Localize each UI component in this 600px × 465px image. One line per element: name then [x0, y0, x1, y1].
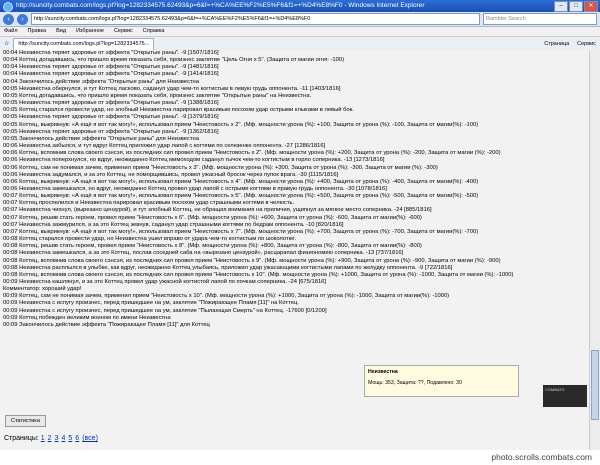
- menu-bar: Файл Правка Вид Избранное Сервис Справка: [0, 27, 600, 37]
- log-line: 00:05 Коттец, выкрикнув: «А ещё я вот та…: [3, 121, 479, 128]
- log-line: 00:06 Неизвестна замешкался, но вдруг, н…: [0, 185, 590, 194]
- log-line: 00:06 Коттец, выкрикнув: «А ещё я вот та…: [3, 178, 479, 185]
- log-line: 00:06 Неизвестна забылся, и тут вдруг Ко…: [0, 143, 590, 151]
- tab-bar: ☆ http://suncity.combats.com/logs.pl?log…: [0, 37, 600, 51]
- command-bar: Страница Сервис: [544, 41, 600, 47]
- log-line: 00:05 Коттец старался провести удар, но …: [3, 107, 354, 114]
- ie-logo-icon: [3, 2, 13, 12]
- log-line: 00:05 Неизвестна теряет здоровье от эффе…: [0, 114, 590, 122]
- pagination: Страницы: 1 2 3 4 5 6 (все): [4, 435, 101, 442]
- page-link-5[interactable]: 5: [68, 435, 72, 442]
- statistics-button[interactable]: Статистика: [5, 415, 46, 427]
- log-line: 00:09 Коттец побежден великим воином по …: [0, 314, 590, 322]
- window-title: http://suncity.combats.com/logs.pl?log=1…: [16, 2, 425, 9]
- maximize-button[interactable]: □: [569, 1, 583, 12]
- log-line: 00:07 Коттец, решив стать героем, провел…: [0, 214, 590, 222]
- pages-label: Страницы:: [4, 435, 39, 442]
- window-titlebar: http://suncity.combats.com/logs.pl?log=1…: [0, 0, 600, 12]
- log-line: 00:05 Неизвестна обернулся, и тут Коттец…: [0, 85, 590, 93]
- page-link-2[interactable]: 2: [48, 435, 52, 442]
- page-link-all[interactable]: (все): [82, 435, 98, 442]
- window-controls: – □ ✕: [554, 1, 598, 12]
- log-line: 00:06 Коттец, вспомнив слова своего сэнс…: [3, 150, 501, 157]
- log-line: 00:07 Коттец, выкрикнув: «А ещё я вот та…: [3, 193, 479, 200]
- page-link-1[interactable]: 1: [41, 435, 45, 442]
- log-line: 00:06 Неизвестна задумался, и за это Кот…: [0, 171, 590, 179]
- log-line: 00:04 Закончилось действие эффекта "Откр…: [3, 78, 199, 85]
- log-line: Комментатор: хороший удар!: [0, 286, 590, 294]
- log-line: 00:09 Неизвестна с испугу произнес, пере…: [3, 307, 327, 314]
- log-line: 00:06 Коттец, сам не понимая зачем, прим…: [3, 164, 438, 171]
- tools-menu-button[interactable]: Сервис: [577, 41, 596, 47]
- log-line: 00:05 Коттец догадавшись, что пришло вре…: [3, 92, 312, 99]
- log-line: 00:04 Неизвестна теряет здоровье от эффе…: [0, 71, 590, 79]
- tooltip-title: Неизвестна: [368, 369, 398, 375]
- log-line: 00:05 Закончилось действие эффекта "Откр…: [3, 135, 199, 142]
- log-line: 00:08 Коттец старался провести удар, но …: [3, 236, 297, 243]
- player-tooltip: Неизвестна Мощь: 353, Защита: ??, Подавл…: [364, 365, 519, 397]
- log-line: 00:08 Коттец, вспомнив слова своего сэнс…: [0, 271, 590, 279]
- log-line: 00:04 Неизвестна теряет здоровье от эффе…: [3, 64, 219, 71]
- browser-tab[interactable]: http://suncity.combats.com/logs.pl?log=1…: [13, 37, 155, 50]
- tooltip-body: Мощь: 353, Защита: ??, Подавлено: 30: [368, 380, 462, 386]
- address-toolbar: ‹ › http://suncity.combats.com/logs.pl?l…: [0, 12, 600, 27]
- page-link-6[interactable]: 6: [75, 435, 79, 442]
- menu-tools[interactable]: Сервис: [114, 27, 133, 36]
- combats-logo: COMBATS: [543, 385, 587, 407]
- log-line: 00:09 Неизвестна кашлянул, и за это Котт…: [3, 279, 327, 285]
- log-line: 00:04 Коттец догадавшись, что пришло вре…: [0, 57, 590, 65]
- minimize-button[interactable]: –: [554, 1, 568, 12]
- log-line: 00:09 Коттец, сам не понимая зачем, прим…: [3, 293, 450, 300]
- page-menu-button[interactable]: Страница: [544, 41, 569, 47]
- log-line: 00:07 Неизвестна чихнул, (вырезано цензу…: [3, 207, 432, 214]
- log-line: 00:04 Неизвестна теряет здоровье от эффе…: [3, 50, 219, 56]
- log-line: 00:08 Неизвестна расплылся в улыбке, как…: [3, 264, 453, 271]
- log-line: 00:07 Коттец, выкрикнув: «А ещё я вот та…: [0, 228, 590, 237]
- log-line: 00:09 Неизвестна с испугу произнес, пере…: [0, 300, 590, 308]
- menu-view[interactable]: Вид: [56, 27, 66, 36]
- vertical-scrollbar[interactable]: [589, 50, 600, 450]
- log-line: 00:09 Закончилось действие эффекта "Пожи…: [3, 321, 210, 328]
- watermark: photo.scrolls.combats.com: [491, 452, 592, 462]
- log-line: 00:06 Неизвестна поперхнулся, но вдруг, …: [0, 157, 590, 165]
- log-line: 00:08 Коттец, вспомнив слова своего сэнс…: [0, 257, 590, 265]
- scrollbar-thumb[interactable]: [591, 350, 599, 420]
- search-input[interactable]: Rambler Search: [483, 13, 597, 25]
- forward-icon[interactable]: ›: [17, 13, 28, 25]
- menu-edit[interactable]: Правка: [28, 27, 47, 36]
- menu-help[interactable]: Справка: [143, 27, 165, 36]
- log-line: 00:07 Неизвестна зажмурился, а за это Ко…: [3, 221, 344, 228]
- log-footer: Статистика Страницы: 1 2 3 4 5 6 (все): [0, 407, 590, 445]
- favorites-star-icon[interactable]: ☆: [4, 40, 9, 47]
- close-button[interactable]: ✕: [584, 1, 598, 12]
- address-input[interactable]: http://suncity.combats.com/logs.pl?log=1…: [31, 13, 480, 25]
- menu-favorites[interactable]: Избранное: [76, 27, 104, 36]
- log-line: 00:05 Неизвестна теряет здоровье от эффе…: [0, 128, 590, 136]
- page-link-3[interactable]: 3: [55, 435, 59, 442]
- page-link-4[interactable]: 4: [61, 435, 65, 442]
- log-line: 00:08 Неизвестна замешкался, а за это Ко…: [3, 250, 404, 257]
- back-icon[interactable]: ‹: [3, 13, 14, 25]
- menu-file[interactable]: Файл: [4, 27, 18, 36]
